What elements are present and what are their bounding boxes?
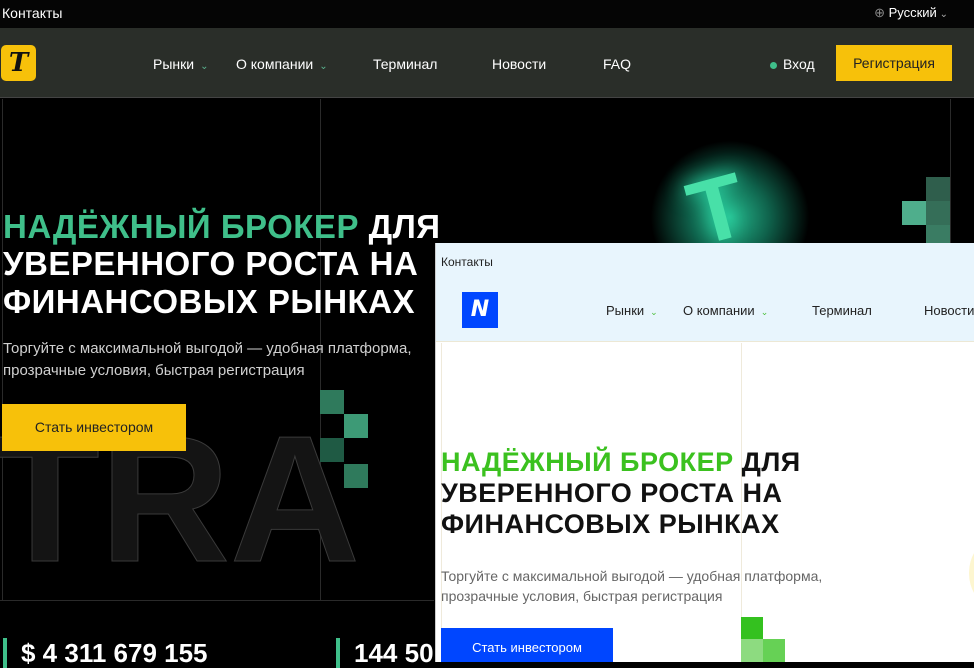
divider: [0, 600, 434, 601]
stat-value: 144 50: [336, 638, 434, 668]
top-bar: Контакты ⊕ Русский ⌄: [0, 0, 974, 28]
globe-icon: ⊕: [874, 5, 889, 20]
pixel-square: [320, 438, 344, 462]
pixel-square: [926, 177, 950, 201]
pixel-square: [763, 639, 785, 662]
pixel-square: [902, 201, 926, 225]
grid-line: [950, 99, 951, 243]
nav-item-faq[interactable]: FAQ: [603, 56, 631, 72]
main-nav: T Рынки ⌄ О компании ⌄ Терминал Новости FA…: [0, 28, 974, 98]
pixel-square: [344, 464, 368, 488]
contacts-link[interactable]: Контакты: [2, 5, 62, 21]
pixel-square: [344, 414, 368, 438]
pixel-square: [320, 390, 344, 414]
nav-item-terminal[interactable]: Терминал: [812, 303, 872, 318]
status-dot-icon: [770, 61, 777, 69]
decorative-shape: [969, 543, 974, 603]
nav-item-about[interactable]: О компании ⌄: [683, 303, 768, 318]
chevron-down-icon: ⌄: [200, 61, 209, 72]
login-link[interactable]: Вход: [770, 56, 815, 72]
pixel-square: [741, 639, 763, 662]
light-site-screenshot: Контакты N Рынки ⌄ О компании ⌄ Терминал Н…: [435, 243, 974, 662]
chevron-down-icon: ⌄: [760, 307, 769, 317]
pixel-square: [741, 617, 763, 639]
nav-item-markets[interactable]: Рынки ⌄: [153, 56, 208, 72]
hero-subtitle: Торгуйте с максимальной выгодой — удобна…: [3, 340, 412, 379]
stat-value: $ 4 311 679 155: [3, 638, 208, 668]
language-selector[interactable]: ⊕ Русский ⌄: [874, 5, 948, 21]
hero-title: НАДЁЖНЫЙ БРОКЕР ДЛЯ УВЕРЕННОГО РОСТА НА ФИ…: [441, 447, 801, 540]
register-button[interactable]: Регистрация: [836, 45, 952, 81]
light-header: Контакты N Рынки ⌄ О компании ⌄ Терминал Н…: [436, 243, 974, 342]
nav-item-about[interactable]: О компании ⌄: [236, 56, 328, 72]
pixel-square: [926, 201, 950, 225]
become-investor-button[interactable]: Стать инвестором: [2, 404, 186, 451]
chevron-down-icon: ⌄: [936, 9, 948, 20]
nav-item-terminal[interactable]: Терминал: [373, 56, 437, 72]
logo[interactable]: N: [462, 292, 498, 328]
chevron-down-icon: ⌄: [650, 307, 658, 317]
hero-title: НАДЁЖНЫЙ БРОКЕР ДЛЯ УВЕРЕННОГО РОСТА НА ФИ…: [3, 208, 441, 320]
chevron-down-icon: ⌄: [319, 61, 328, 72]
nav-item-news[interactable]: Новости: [924, 303, 974, 318]
nav-item-news[interactable]: Новости: [492, 56, 546, 72]
nav-item-markets[interactable]: Рынки ⌄: [606, 303, 658, 318]
contacts-link[interactable]: Контакты: [441, 255, 493, 269]
become-investor-button[interactable]: Стать инвестором: [441, 628, 613, 662]
hero-subtitle: Торгуйте с максимальной выгодой — удобна…: [441, 568, 823, 604]
logo[interactable]: T: [1, 45, 36, 81]
